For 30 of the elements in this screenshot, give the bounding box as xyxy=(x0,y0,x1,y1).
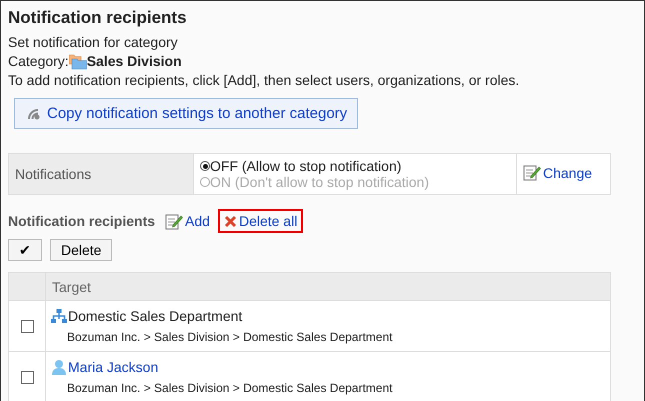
feed-icon xyxy=(27,106,41,120)
path-text: Bozuman Inc. > Sales Division > Domestic Sales Department xyxy=(66,329,394,346)
radio-button[interactable] xyxy=(200,161,210,171)
option-label: OFF (Allow to stop notification) xyxy=(210,158,402,174)
subtitle: Set notification for category xyxy=(8,33,179,52)
delete-all-link[interactable]: Delete all xyxy=(218,209,304,233)
column-header: Target xyxy=(46,272,610,300)
folder-icon xyxy=(68,54,87,70)
delete-button[interactable]: Delete xyxy=(50,239,112,261)
add-link[interactable]: Add xyxy=(165,212,210,230)
org-chart-icon xyxy=(51,308,67,324)
user-icon xyxy=(51,359,67,375)
page-title: Notification recipients xyxy=(8,8,188,28)
path-text: Bozuman Inc. > Sales Division > Domestic Sales Department xyxy=(66,380,394,397)
option-label: ON (Don't allow to stop notification) xyxy=(210,174,429,190)
instructions-text: To add notification recipients, click [Add], then select users, organizations, or roles. xyxy=(8,71,520,90)
organization-name: Domestic Sales Department xyxy=(68,308,242,324)
notifications-label: Notifications xyxy=(8,154,194,194)
edit-icon xyxy=(165,212,184,230)
row-checkbox[interactable] xyxy=(20,320,34,333)
user-link[interactable]: Maria Jackson xyxy=(68,359,158,375)
recipients-heading: Notification recipients xyxy=(8,213,156,229)
delete-icon xyxy=(224,214,237,228)
edit-icon xyxy=(523,164,541,181)
copy-settings-button[interactable]: Copy notification settings to another category xyxy=(14,98,358,129)
category-label: Category: xyxy=(8,52,69,71)
radio-button[interactable] xyxy=(200,177,210,187)
select-all-button[interactable]: ✔ xyxy=(8,239,42,261)
category-name: Sales Division xyxy=(86,52,182,71)
row-checkbox[interactable] xyxy=(20,371,34,384)
